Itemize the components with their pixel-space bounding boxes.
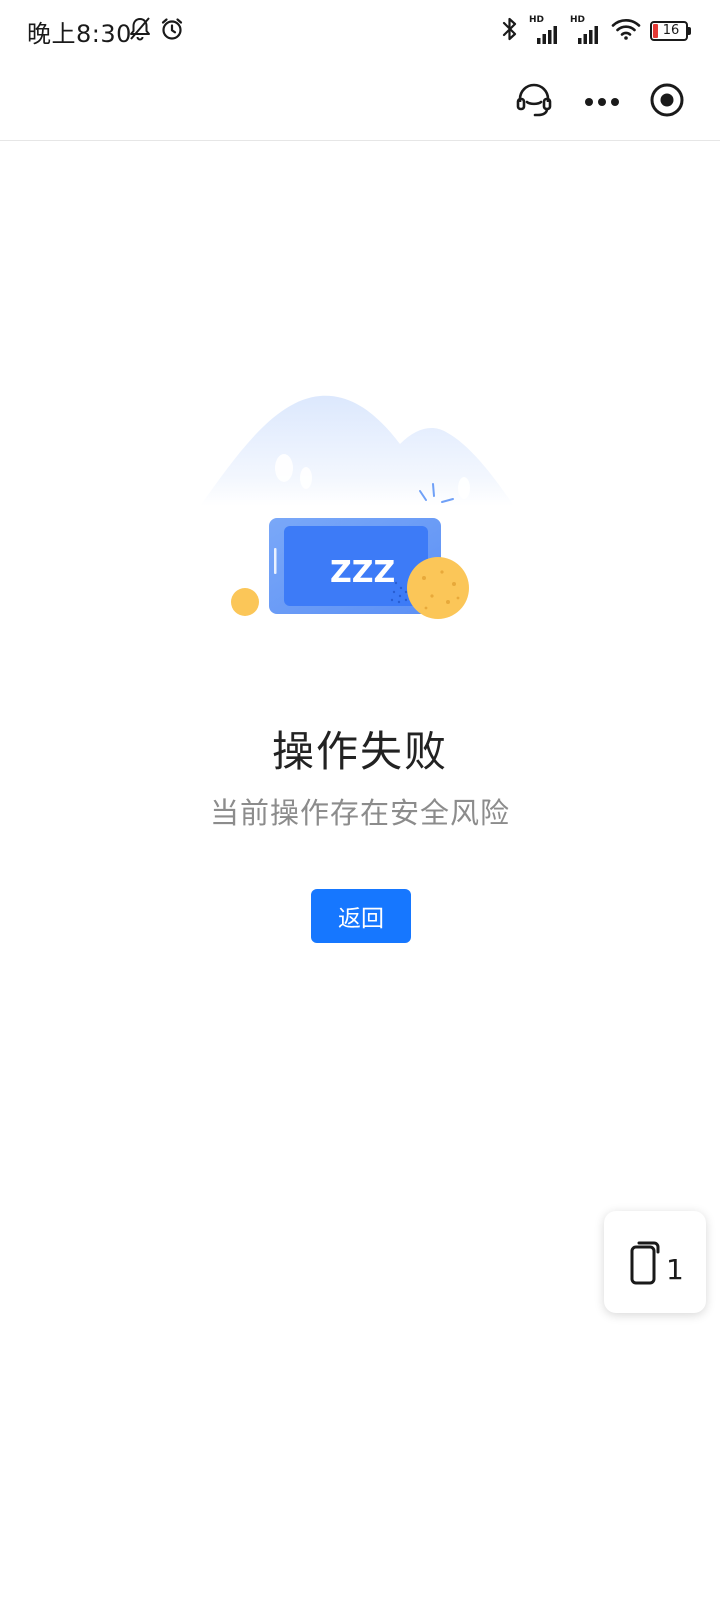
hd-label-1: HD bbox=[529, 15, 545, 25]
status-left-icons bbox=[128, 16, 185, 46]
wifi-icon bbox=[611, 17, 641, 45]
nav-bar bbox=[0, 62, 720, 141]
customer-service-button[interactable] bbox=[512, 80, 556, 124]
sleeping-phone-illustration: ZZZ bbox=[196, 388, 516, 628]
page-count: 1 bbox=[666, 1253, 684, 1286]
zzz-text: ZZZ bbox=[330, 555, 395, 590]
battery-level: 16 bbox=[662, 23, 680, 38]
close-miniprogram-button[interactable] bbox=[645, 80, 689, 124]
hd-label-2: HD bbox=[570, 15, 586, 25]
signal-2-icon: HD bbox=[570, 15, 602, 44]
close-miniprogram-icon bbox=[648, 81, 686, 123]
more-icon bbox=[584, 93, 620, 112]
signal-1-icon: HD bbox=[529, 15, 561, 44]
status-right-icons: HD HD 16 bbox=[500, 15, 691, 46]
error-message: 当前操作存在安全风险 bbox=[209, 796, 510, 830]
error-title: 操作失败 bbox=[271, 727, 448, 776]
battery-icon: 16 bbox=[650, 21, 691, 41]
battery-tip bbox=[688, 27, 691, 35]
headset-icon bbox=[514, 80, 554, 124]
back-button[interactable]: 返回 bbox=[311, 889, 411, 943]
alarm-icon bbox=[159, 16, 185, 46]
status-time: 晚上8:30 bbox=[27, 20, 132, 48]
bell-off-icon bbox=[128, 16, 152, 46]
page-stack-button[interactable]: 1 bbox=[604, 1211, 706, 1313]
status-bar: 晚上8:30 HD HD 16 bbox=[0, 0, 720, 62]
screen: 晚上8:30 HD HD 16 ZZZ 操作失败 当前操作存在安全风险 返回 1 bbox=[0, 0, 720, 1600]
more-button[interactable] bbox=[580, 80, 624, 124]
bluetooth-icon bbox=[500, 16, 520, 46]
